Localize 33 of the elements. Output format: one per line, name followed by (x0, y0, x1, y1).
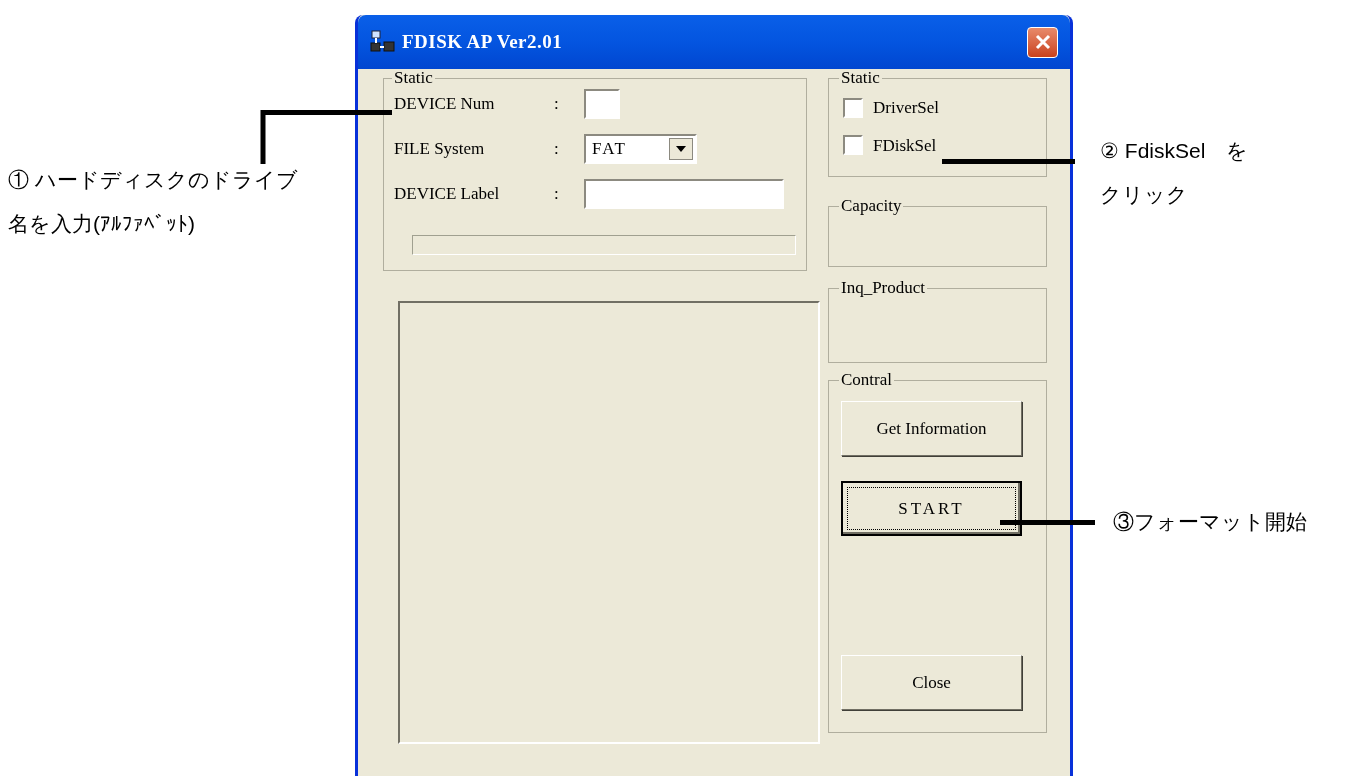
caret-icon (676, 146, 686, 152)
group-label: Inq_Product (840, 279, 927, 297)
checkbox[interactable] (843, 135, 863, 156)
group-label: Static (840, 69, 881, 87)
annotation-text: クリック (1100, 182, 1189, 208)
annotation-text: ② FdiskSel を (1100, 138, 1249, 164)
computers-icon (370, 29, 396, 55)
checkbox-label: DriverSel (873, 97, 940, 119)
group-label: Contral (840, 371, 893, 389)
checkbox[interactable] (843, 97, 863, 118)
button[interactable]: Close (841, 655, 1022, 710)
field-label: FILE System (394, 138, 486, 161)
button[interactable]: START (841, 481, 1022, 536)
field-label: DEVICE Num (394, 93, 496, 116)
window-title: FDISK AP Ver2.01 (402, 29, 563, 54)
input-field[interactable] (584, 89, 620, 119)
close-button[interactable] (1027, 26, 1058, 58)
annotation-text: ① ハードディスクのドライブ (8, 167, 298, 193)
group-label: Static (393, 69, 434, 87)
dropdown-field[interactable]: FAT (584, 134, 697, 164)
button[interactable]: Get Information (841, 401, 1022, 456)
close-icon (1034, 34, 1051, 50)
colon-label: : (554, 93, 560, 116)
colon-label: : (554, 138, 560, 161)
dropdown-value: FAT (592, 138, 628, 161)
annotation-text: 名を入力(ｱﾙﾌｧﾍﾞｯﾄ) (8, 211, 196, 237)
annotation-text: ③フォーマット開始 (1113, 509, 1307, 535)
dropdown-button[interactable] (669, 138, 693, 160)
group-label: Capacity (840, 197, 903, 215)
checkbox-label: FDiskSel (873, 134, 937, 157)
field-label: DEVICE Label (394, 183, 501, 206)
colon-label: : (554, 183, 560, 206)
input-field[interactable] (584, 179, 784, 209)
